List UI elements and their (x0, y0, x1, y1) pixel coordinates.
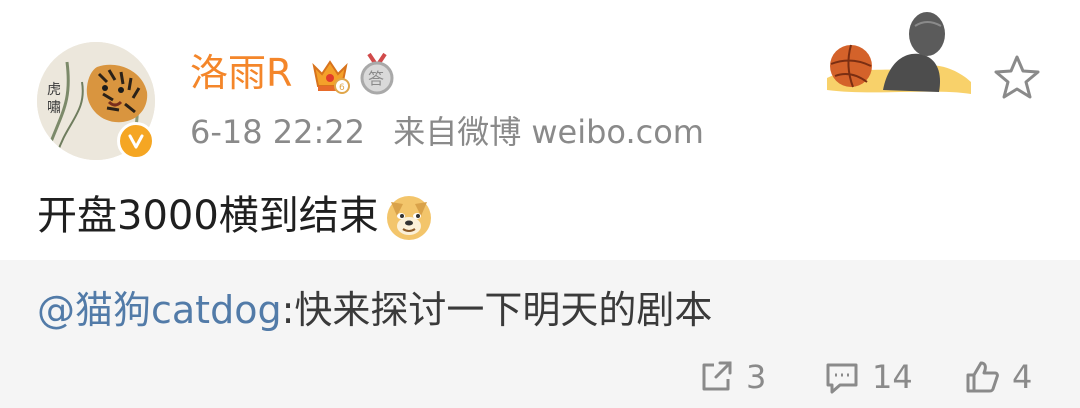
mention-link[interactable]: @猫狗catdog (37, 288, 282, 332)
comment-icon (826, 363, 858, 394)
like-icon (966, 361, 999, 393)
repost-count: 3 (746, 358, 767, 396)
svg-text:虎: 虎 (47, 82, 61, 98)
medal-badge-icon[interactable]: 答 (355, 52, 399, 96)
post-text: 开盘3000横到结束 (37, 193, 379, 239)
repost-area: @猫狗catdog:快来探讨一下明天的剧本 3 14 4 (0, 260, 1080, 408)
repost-separator: : (281, 288, 295, 332)
card-decoration-image (823, 4, 973, 98)
doge-emoji-icon (386, 196, 431, 240)
post-meta: 6-18 22:22 来自微博 weibo.com (190, 110, 722, 154)
repost-text: @猫狗catdog:快来探讨一下明天的剧本 (37, 284, 712, 336)
favorite-star-icon[interactable] (992, 53, 1042, 103)
username[interactable]: 洛雨R (190, 50, 292, 96)
verified-icon (117, 122, 155, 160)
svg-text:6: 6 (339, 83, 345, 93)
crown-badge-icon[interactable]: 6 (308, 52, 352, 96)
like-count: 4 (1012, 358, 1033, 396)
repost-button[interactable]: 3 (696, 354, 766, 400)
svg-text:嘯: 嘯 (47, 100, 61, 116)
svg-text:答: 答 (368, 69, 384, 88)
post-time: 6-18 22:22 (190, 113, 366, 151)
post-content: 开盘3000横到结束 (37, 188, 435, 244)
comment-button[interactable]: 14 (822, 354, 913, 400)
post-source[interactable]: 来自微博 weibo.com (393, 113, 704, 151)
like-button[interactable]: 4 (962, 354, 1032, 400)
repost-icon (702, 361, 732, 391)
weibo-post: 虎 嘯 洛雨R 6 答 6-18 22:22 来自微博 weibo.com 开盘… (0, 0, 1080, 260)
comment-count: 14 (872, 358, 913, 396)
repost-body: 快来探讨一下明天的剧本 (294, 288, 713, 332)
